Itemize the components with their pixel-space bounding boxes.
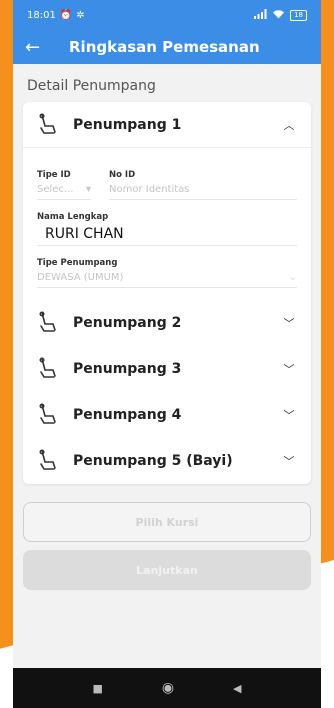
seat-icon	[37, 448, 61, 474]
passenger-header-5[interactable]: Penumpang 5 (Bayi) ﹀	[23, 438, 311, 484]
seat-icon	[37, 356, 61, 382]
content: Detail Penumpang Penumpang 1 ︿ Tipe ID S…	[13, 64, 321, 590]
pilih-kursi-button[interactable]: Pilih Kursi	[23, 502, 311, 542]
seat-icon	[37, 112, 61, 138]
alarm-icon: ⏰	[59, 9, 73, 21]
chevron-down-icon[interactable]: ﹀	[281, 453, 297, 469]
passenger-form: Tipe ID Selec... ▾ No ID Nomor Identitas	[23, 148, 311, 300]
nama-lengkap-input[interactable]: RURI CHAN	[37, 222, 297, 246]
status-bar: 18:01 ⏰ ✲ 18	[13, 0, 321, 30]
passenger-label: Penumpang 3	[73, 361, 182, 377]
no-id-input[interactable]: Nomor Identitas	[109, 180, 297, 200]
passenger-label: Penumpang 1	[73, 116, 182, 133]
gear-icon: ✲	[76, 9, 85, 21]
no-id-placeholder: Nomor Identitas	[109, 184, 190, 195]
tipe-penumpang-value: DEWASA (UMUM)	[37, 272, 124, 283]
signal-icon	[253, 8, 267, 22]
passenger-header-1[interactable]: Penumpang 1 ︿	[23, 102, 311, 148]
system-navigation-bar: ■ ◉ ◀	[13, 668, 321, 708]
passenger-card: Penumpang 1 ︿ Tipe ID Selec... ▾ No ID N…	[23, 102, 311, 484]
app-bar: ← Ringkasan Pemesanan	[13, 30, 321, 64]
wifi-icon	[272, 9, 285, 22]
seat-icon	[37, 310, 61, 336]
chevron-down-icon: ⌄	[288, 272, 297, 283]
passenger-label: Penumpang 4	[73, 407, 182, 423]
battery-icon: 18	[290, 9, 307, 21]
chevron-up-icon[interactable]: ︿	[281, 117, 297, 133]
seat-icon	[37, 402, 61, 428]
page-title: Ringkasan Pemesanan	[69, 38, 260, 56]
nama-lengkap-label: Nama Lengkap	[37, 212, 109, 222]
phone-screen: 18:01 ⏰ ✲ 18 ← Ringkasan Pemesanan Detai…	[13, 0, 321, 708]
section-title: Detail Penumpang	[27, 78, 156, 94]
back-arrow-icon[interactable]: ←	[25, 37, 53, 58]
chevron-down-icon[interactable]: ﹀	[281, 361, 297, 377]
passenger-header-2[interactable]: Penumpang 2 ﹀	[23, 300, 311, 346]
passenger-header-4[interactable]: Penumpang 4 ﹀	[23, 392, 311, 438]
chevron-down-icon[interactable]: ﹀	[281, 315, 297, 331]
chevron-down-icon[interactable]: ﹀	[281, 407, 297, 423]
status-time: 18:01	[27, 9, 56, 21]
chevron-down-icon: ▾	[85, 184, 91, 195]
tipe-id-label: Tipe ID	[37, 170, 71, 180]
back-icon[interactable]: ◀	[233, 682, 241, 695]
no-id-label: No ID	[109, 170, 136, 180]
tipe-id-placeholder: Selec...	[37, 184, 74, 195]
recent-apps-icon[interactable]: ■	[92, 682, 102, 695]
tipe-penumpang-select[interactable]: DEWASA (UMUM) ⌄	[37, 268, 297, 288]
passenger-label: Penumpang 5 (Bayi)	[73, 453, 233, 469]
home-icon[interactable]: ◉	[162, 680, 174, 696]
passenger-label: Penumpang 2	[73, 315, 182, 331]
tipe-id-select[interactable]: Selec... ▾	[37, 180, 91, 200]
passenger-header-3[interactable]: Penumpang 3 ﹀	[23, 346, 311, 392]
lanjutkan-button[interactable]: Lanjutkan	[23, 550, 311, 590]
tipe-penumpang-label: Tipe Penumpang	[37, 258, 118, 268]
